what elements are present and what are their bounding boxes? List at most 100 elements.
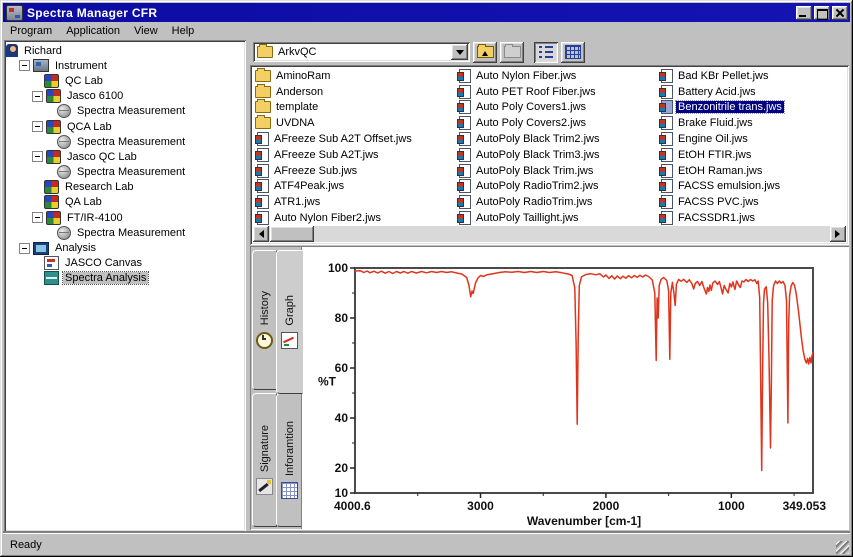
file-item-facss-emulsion-jws[interactable]: FACSS emulsion.jws — [657, 179, 846, 195]
tree-item-spectra-measurement[interactable]: Spectra Measurement — [4, 104, 246, 119]
maximize-button[interactable] — [814, 5, 830, 20]
details-view-button[interactable] — [561, 41, 585, 63]
app-icon[interactable] — [6, 4, 23, 21]
folder-combo[interactable]: ArkvQC — [253, 42, 470, 62]
tree-item-label: Spectra Measurement — [77, 166, 186, 179]
folder-item-anderson[interactable]: Anderson — [253, 83, 455, 100]
tab-graph[interactable]: Graph — [276, 250, 303, 394]
close-button[interactable] — [832, 5, 848, 20]
scrollbar-thumb[interactable] — [270, 226, 314, 242]
file-item-battery-acid-jws[interactable]: Battery Acid.jws — [657, 84, 846, 100]
file-item-autopoly-radiotrim-jws[interactable]: AutoPoly RadioTrim.jws — [455, 194, 657, 210]
file-item-auto-nylon-fiber2-jws[interactable]: Auto Nylon Fiber2.jws — [253, 210, 455, 226]
file-item-autopoly-taillight-jws[interactable]: AutoPoly Taillight.jws — [455, 210, 657, 226]
scroll-left-button[interactable] — [253, 226, 269, 242]
scroll-right-button[interactable] — [830, 226, 846, 242]
scrollbar-track[interactable] — [269, 226, 830, 242]
chart-area: 3000 2000 1000 100 80 60 40 20 10 4000.6 349.053 Wa… — [301, 247, 848, 529]
tree-item-label: JASCO Canvas — [65, 257, 143, 270]
folder-item-aminoram[interactable]: AminoRam — [253, 68, 455, 84]
tree-item-label: Jasco 6100 — [67, 90, 124, 103]
lab-icon — [46, 149, 61, 164]
tab-graph-label: Graph — [283, 295, 296, 326]
minimize-icon — [799, 14, 806, 17]
x-axis-title: Wavenumber [cm-1] — [527, 514, 641, 528]
lab-icon — [44, 180, 59, 195]
file-item-etoh-raman-jws[interactable]: EtOH Raman.jws — [657, 163, 846, 179]
new-folder-button[interactable] — [500, 41, 524, 63]
information-icon — [281, 482, 298, 500]
jws-file-icon — [457, 100, 471, 115]
file-name: Auto Poly Covers2.jws — [476, 117, 587, 130]
file-item-etoh-ftir-jws[interactable]: EtOH FTIR.jws — [657, 147, 846, 163]
tree-item-jasco-qc-lab[interactable]: Jasco QC Lab — [4, 149, 246, 164]
tree-item-research-lab[interactable]: Research Lab — [4, 180, 246, 195]
file-item-facssdr1-jws[interactable]: FACSSDR1.jws — [657, 210, 846, 226]
tree-item-instrument[interactable]: Instrument — [4, 58, 246, 73]
file-item-auto-poly-covers2-jws[interactable]: Auto Poly Covers2.jws — [455, 115, 657, 131]
tree-item-jasco-canvas[interactable]: JASCO Canvas — [4, 256, 246, 271]
file-item-autopoly-black-trim3-jws[interactable]: AutoPoly Black Trim3.jws — [455, 147, 657, 163]
file-item-bad-kbr-pellet-jws[interactable]: Bad KBr Pellet.jws — [657, 68, 846, 84]
tab-history-label: History — [258, 291, 271, 326]
file-name: AFreeze Sub A2T.jws — [274, 148, 379, 161]
collapse-expander-icon[interactable] — [32, 212, 43, 224]
file-item-afreeze-sub-a2t-offset-jws[interactable]: AFreeze Sub A2T Offset.jws — [253, 131, 455, 147]
folder-item-uvdna[interactable]: UVDNA — [253, 115, 455, 131]
file-item-brake-fluid-jws[interactable]: Brake Fluid.jws — [657, 115, 846, 131]
folder-item-template[interactable]: template — [253, 99, 455, 116]
collapse-expander-icon[interactable] — [32, 151, 43, 163]
menu-help[interactable]: Help — [165, 23, 202, 39]
jws-file-icon — [255, 179, 269, 194]
tree-item-spectra-measurement[interactable]: Spectra Measurement — [4, 165, 246, 180]
file-name: Auto Poly Covers1.jws — [476, 101, 587, 114]
jws-file-icon — [659, 179, 673, 194]
tab-signature[interactable]: Signature — [252, 393, 277, 527]
tree-item-analysis[interactable]: Analysis — [4, 240, 246, 255]
file-item-autopoly-black-trim2-jws[interactable]: AutoPoly Black Trim2.jws — [455, 131, 657, 147]
jws-file-icon — [659, 84, 673, 99]
tree-item-qca-lab[interactable]: QCA Lab — [4, 119, 246, 134]
menu-view[interactable]: View — [127, 23, 165, 39]
file-item-auto-pet-roof-fiber-jws[interactable]: Auto PET Roof Fiber.jws — [455, 84, 657, 100]
lab-icon — [44, 195, 59, 210]
file-item-auto-nylon-fiber-jws[interactable]: Auto Nylon Fiber.jws — [455, 68, 657, 84]
combo-dropdown-button[interactable] — [451, 44, 468, 60]
tree-item-qa-lab[interactable]: QA Lab — [4, 195, 246, 210]
file-item-atr1-jws[interactable]: ATR1.jws — [253, 194, 455, 210]
tree-item-richard[interactable]: Richard — [4, 43, 246, 58]
jws-file-icon — [457, 211, 471, 226]
arrow-left-icon — [255, 230, 264, 238]
file-item-benzonitrile-trans-jws[interactable]: Benzonitrile trans.jws — [657, 100, 846, 116]
tab-history[interactable]: History — [252, 250, 277, 390]
collapse-expander-icon[interactable] — [19, 60, 30, 72]
tree-item-ft-ir-4100[interactable]: FT/IR-4100 — [4, 210, 246, 225]
resize-grip[interactable] — [836, 541, 849, 554]
collapse-expander-icon[interactable] — [19, 242, 30, 254]
list-view-button[interactable] — [534, 41, 558, 63]
window-title: Spectra Manager CFR — [27, 5, 158, 20]
file-item-auto-poly-covers1-jws[interactable]: Auto Poly Covers1.jws — [455, 100, 657, 116]
file-item-facss-pvc-jws[interactable]: FACSS PVC.jws — [657, 194, 846, 210]
file-name: EtOH Raman.jws — [678, 164, 763, 177]
file-item-autopoly-black-trim-jws[interactable]: AutoPoly Black Trim.jws — [455, 163, 657, 179]
tree-item-qc-lab[interactable]: QC Lab — [4, 73, 246, 88]
tab-information[interactable]: Inforamtion — [276, 393, 303, 527]
file-item-atf4peak-jws[interactable]: ATF4Peak.jws — [253, 179, 455, 195]
menu-application[interactable]: Application — [59, 23, 127, 39]
tree-item-spectra-measurement[interactable]: Spectra Measurement — [4, 134, 246, 149]
collapse-expander-icon[interactable] — [32, 90, 43, 102]
collapse-expander-icon[interactable] — [32, 121, 43, 133]
tree-item-spectra-analysis[interactable]: Spectra Analysis — [4, 271, 246, 286]
tree-item-spectra-measurement[interactable]: Spectra Measurement — [4, 225, 246, 240]
file-item-afreeze-sub-a2t-jws[interactable]: AFreeze Sub A2T.jws — [253, 147, 455, 163]
file-item-autopoly-radiotrim2-jws[interactable]: AutoPoly RadioTrim2.jws — [455, 179, 657, 195]
file-item-engine-oil-jws[interactable]: Engine Oil.jws — [657, 131, 846, 147]
file-item-afreeze-sub-jws[interactable]: AFreeze Sub.jws — [253, 163, 455, 179]
file-name: Auto Nylon Fiber.jws — [476, 69, 577, 82]
minimize-button[interactable] — [796, 5, 812, 20]
up-one-level-button[interactable] — [473, 41, 497, 63]
menu-program[interactable]: Program — [3, 23, 59, 39]
tree-item-jasco-6100[interactable]: Jasco 6100 — [4, 89, 246, 104]
horizontal-scrollbar[interactable] — [253, 226, 846, 242]
